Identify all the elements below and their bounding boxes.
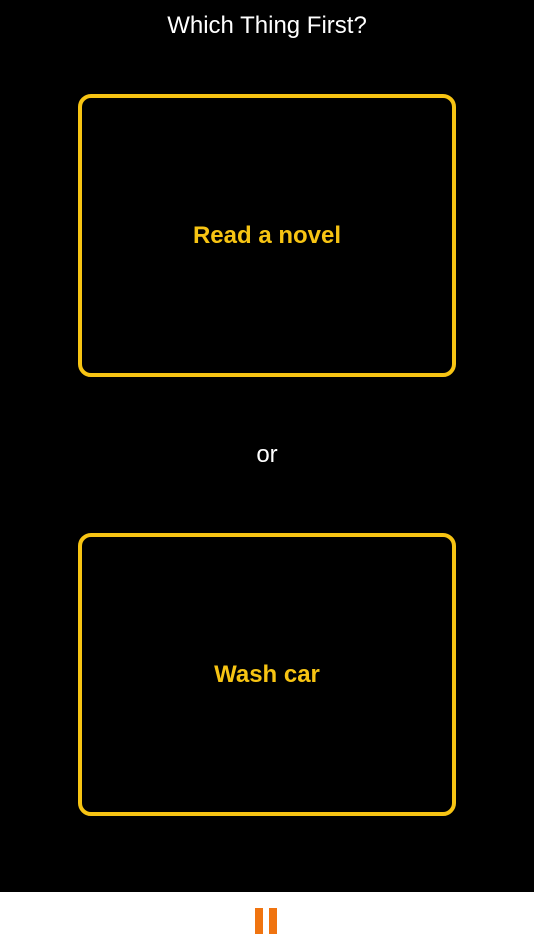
or-separator: or [256,441,278,468]
choice-card-first[interactable]: Read a novel [78,94,456,377]
choice-label-second: Wash car [214,660,320,688]
choice-label-first: Read a novel [192,221,342,249]
pause-bar-right [269,908,277,934]
bottom-bar [0,892,534,950]
pause-icon[interactable] [255,908,277,934]
choice-card-second[interactable]: Wash car [78,533,456,816]
pause-bar-left [255,908,263,934]
page-title: Which Thing First? [167,12,367,39]
